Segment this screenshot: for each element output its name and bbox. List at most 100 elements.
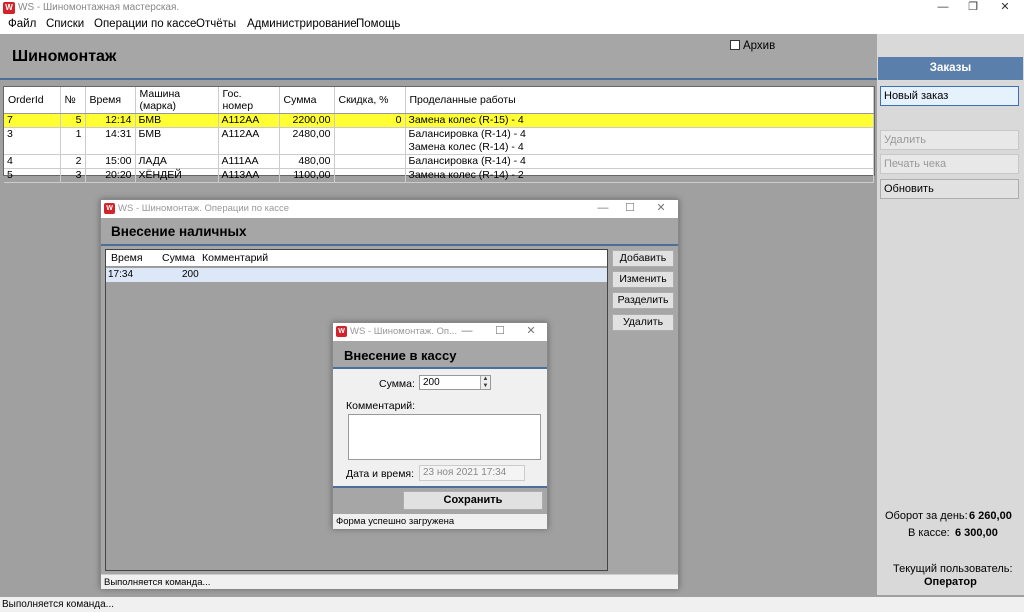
comment-label: Комментарий: (346, 400, 416, 412)
archive-label: Архив (743, 40, 776, 52)
col-time[interactable]: Время (85, 87, 136, 114)
col-discount[interactable]: Скидка, % (334, 87, 406, 114)
menu-lists[interactable]: Списки (46, 18, 84, 30)
cash-window-header: Внесение наличных (101, 218, 678, 246)
cell-sum: 480,00 (279, 154, 335, 169)
cash-window-status: Выполняется команда... (101, 574, 678, 589)
cell-sum: 2480,00 (279, 127, 335, 155)
sum-label: Сумма: (379, 378, 415, 390)
main-titlebar: W WS - Шиномонтажная мастерская. — ❐ ✕ (0, 0, 1024, 16)
work-line: Замена колес (R-14) - 2 (408, 169, 524, 181)
cell-works: Замена колес (R-14) - 2 (405, 168, 874, 183)
table-row[interactable]: 7 5 12:14 БМВ А112АА 2200,00 0 Замена ко… (4, 113, 874, 128)
deposit-window-title: WS - Шиномонтаж. Оп... (350, 326, 457, 337)
menu-reports[interactable]: Отчёты (196, 18, 236, 30)
menu-cash-operations[interactable]: Операции по кассе (94, 18, 196, 30)
window-title: WS - Шиномонтажная мастерская. (18, 2, 180, 13)
datetime-label: Дата и время: (346, 468, 415, 480)
menu-help[interactable]: Помощь (356, 18, 400, 30)
cell-discount: 0 (334, 113, 406, 128)
cell-orderid: 4 (4, 154, 61, 169)
minimize-icon[interactable]: — (591, 201, 615, 217)
datetime-value: 23 ноя 2021 17:34 (423, 467, 507, 478)
delete-button[interactable]: Удалить (612, 314, 674, 331)
close-icon[interactable]: ✕ (990, 0, 1020, 16)
save-button[interactable]: Сохранить (403, 491, 543, 510)
cell-time: 14:31 (85, 127, 136, 155)
close-icon[interactable]: ✕ (649, 201, 673, 217)
delete-order-button[interactable]: Удалить (880, 130, 1019, 150)
maximize-icon[interactable]: ☐ (618, 201, 642, 217)
comment-textarea[interactable] (348, 414, 541, 460)
deposit-window: W WS - Шиномонтаж. Оп... — ☐ ✕ Внесение … (332, 322, 548, 529)
cell-discount (334, 168, 406, 183)
sum-value: 200 (423, 377, 440, 388)
tab-orders[interactable]: Заказы (878, 57, 1023, 80)
deposit-window-status: Форма успешно загружена (333, 515, 547, 529)
restore-icon[interactable]: ❐ (958, 0, 988, 16)
col-orderid[interactable]: OrderId (4, 87, 61, 114)
cell-number: 3 (60, 168, 86, 183)
cell-works: Замена колес (R-15) - 4 (405, 113, 874, 128)
cell-works: Балансировка (R-14) - 4 Замена колес (R-1… (405, 127, 874, 155)
deposit-window-header: Внесение в кассу (333, 341, 547, 369)
col-time[interactable]: Время (111, 252, 143, 264)
cell-car: ЛАДА (135, 154, 219, 169)
turnover-label: Оборот за день: (885, 510, 968, 522)
cell-car: БМВ (135, 113, 219, 128)
table-row[interactable]: 3 1 14:31 БМВ А112АА 2480,00 Балансировк… (4, 127, 874, 155)
work-line: Замена колес (R-14) - 4 (408, 141, 524, 153)
cell-sum: 200 (182, 269, 199, 280)
minimize-icon[interactable]: — (928, 0, 958, 16)
edit-button[interactable]: Изменить (612, 271, 674, 288)
menu-administration[interactable]: Администрирование (247, 18, 357, 30)
refresh-button[interactable]: Обновить (880, 179, 1019, 199)
sum-input[interactable]: 200 ▲ ▼ (419, 375, 491, 390)
minimize-icon[interactable]: — (455, 324, 479, 340)
spinner-icon[interactable]: ▲ ▼ (480, 376, 490, 389)
cell-number: 5 (60, 113, 86, 128)
deposit-window-titlebar: W WS - Шиномонтаж. Оп... — ☐ ✕ (333, 323, 547, 341)
col-plate[interactable]: Гос. номер (218, 87, 280, 114)
col-sum[interactable]: Сумма (162, 252, 195, 264)
split-button[interactable]: Разделить (612, 292, 674, 309)
col-works[interactable]: Проделанные работы (405, 87, 874, 114)
col-sum[interactable]: Сумма (279, 87, 335, 114)
orders-table: OrderId № Время Машина (марка) Гос. номе… (3, 86, 875, 183)
add-button[interactable]: Добавить (612, 250, 674, 267)
datetime-picker[interactable]: 23 ноя 2021 17:34 (419, 465, 525, 481)
cash-table-header: Время Сумма Комментарий (106, 250, 607, 267)
cell-car: ХЁНДЕЙ (135, 168, 219, 183)
col-car[interactable]: Машина (марка) (135, 87, 219, 114)
col-comment[interactable]: Комментарий (202, 252, 268, 264)
menu-bar: Файл Списки Операции по кассе Отчёты Адм… (0, 16, 1024, 34)
cash-window-title: WS - Шиномонтаж. Операции по кассе (118, 203, 290, 214)
cash-window-titlebar: W WS - Шиномонтаж. Операции по кассе — ☐… (101, 200, 678, 218)
cell-sum: 2200,00 (279, 113, 335, 128)
cell-orderid: 7 (4, 113, 61, 128)
right-panel: Заказы Новый заказ Удалить Печать чека О… (877, 34, 1024, 595)
table-row[interactable]: 4 2 15:00 ЛАДА А111АА 480,00 Балансировк… (4, 154, 874, 169)
archive-checkbox[interactable]: Архив (730, 40, 775, 52)
print-receipt-button[interactable]: Печать чека (880, 154, 1019, 174)
cell-plate: А113АА (218, 168, 280, 183)
maximize-icon[interactable]: ☐ (488, 324, 512, 340)
cell-plate: А111АА (218, 154, 280, 169)
checkbox-icon[interactable] (730, 40, 740, 50)
cell-car: БМВ (135, 127, 219, 155)
menu-file[interactable]: Файл (8, 18, 36, 30)
cell-number: 2 (60, 154, 86, 169)
current-user-label: Текущий пользователь: (893, 563, 1013, 575)
new-order-button[interactable]: Новый заказ (880, 86, 1019, 106)
app-logo-icon: W (336, 326, 347, 337)
cell-works: Балансировка (R-14) - 4 (405, 154, 874, 169)
page-title: Шиномонтаж (12, 48, 117, 65)
save-bar: Сохранить (333, 486, 547, 514)
table-row[interactable]: 17:34 200 (106, 268, 607, 282)
cell-plate: А112АА (218, 113, 280, 128)
table-row[interactable]: 5 3 20:20 ХЁНДЕЙ А113АА 1100,00 Замена к… (4, 168, 874, 183)
col-number[interactable]: № (60, 87, 86, 114)
cell-time: 15:00 (85, 154, 136, 169)
close-icon[interactable]: ✕ (519, 324, 543, 340)
work-line: Балансировка (R-14) - 4 (408, 155, 526, 167)
